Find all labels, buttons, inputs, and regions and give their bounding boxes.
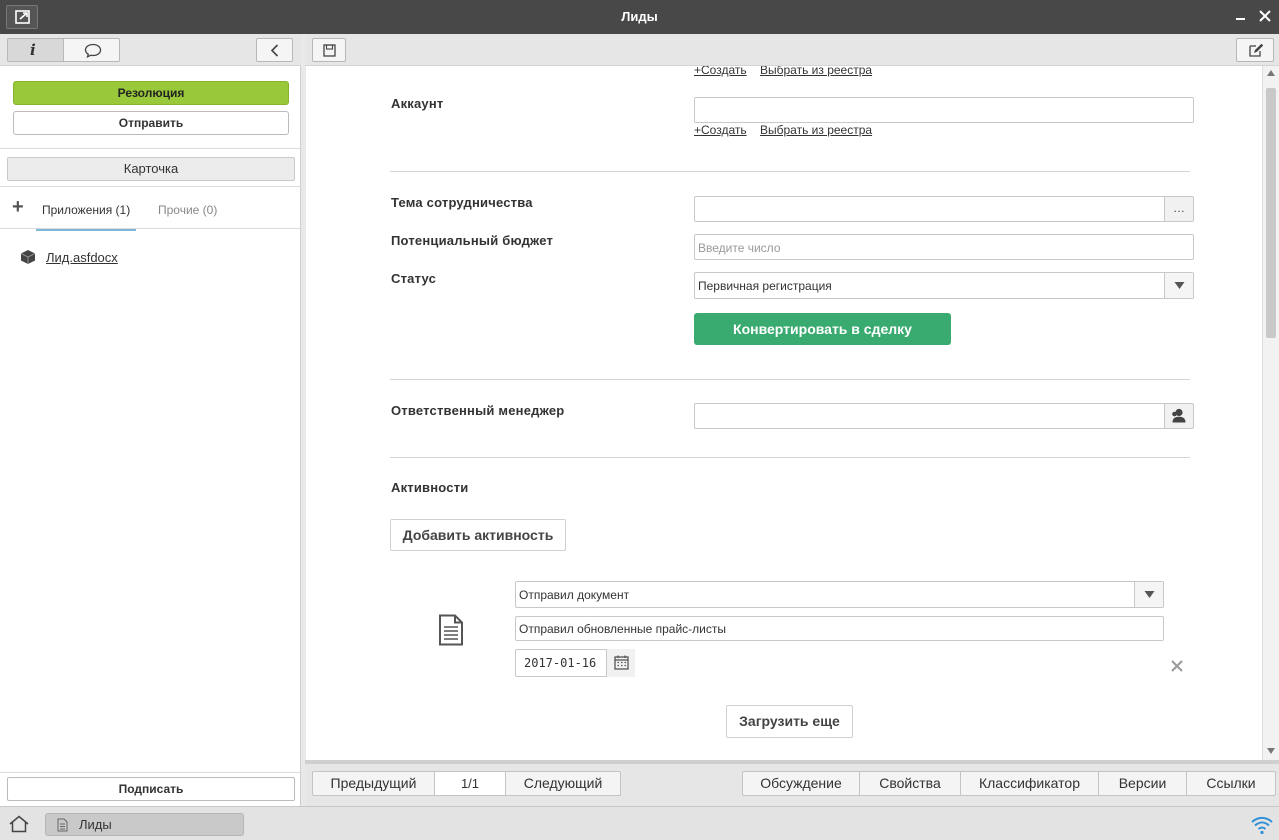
divider: [0, 148, 301, 149]
manager-label: Ответственный менеджер: [391, 403, 565, 418]
send-button[interactable]: Отправить: [13, 111, 289, 135]
tab-properties[interactable]: Свойства: [860, 772, 961, 795]
pager: Предыдущий 1/1 Следующий: [312, 771, 621, 796]
divider: [0, 228, 301, 229]
activity-date-value: 2017-01-16: [524, 656, 597, 670]
section-divider: [390, 457, 1190, 458]
document-tabs: Обсуждение Свойства Классификатор Версии…: [742, 771, 1276, 796]
load-more-button[interactable]: Загрузить еще: [726, 705, 853, 738]
user-icon: [1172, 408, 1186, 423]
manager-input[interactable]: [694, 403, 1165, 429]
tab-other[interactable]: Прочие (0): [158, 203, 217, 217]
tab-attachments-label: Приложения (1): [42, 203, 131, 217]
section-divider: [390, 171, 1190, 172]
sign-button[interactable]: Подписать: [7, 777, 295, 801]
save-button[interactable]: [312, 38, 346, 62]
window-titlebar: Лиды: [0, 0, 1279, 34]
collapse-panel-button[interactable]: [256, 38, 293, 62]
window-title: Лиды: [621, 9, 658, 24]
minimize-button[interactable]: [1236, 18, 1245, 20]
calendar-icon: [614, 655, 629, 670]
status-label: Статус: [391, 271, 437, 286]
divider: [0, 772, 301, 773]
home-icon[interactable]: [8, 815, 30, 833]
add-attachment-icon[interactable]: +: [12, 197, 24, 217]
divider: [0, 186, 301, 187]
floppy-disk-icon: [323, 44, 336, 57]
left-toolbar: i: [0, 34, 301, 66]
status-select[interactable]: Первичная регистрация: [694, 272, 1194, 299]
activities-label: Активности: [391, 480, 469, 495]
next-button[interactable]: Следующий: [506, 772, 620, 795]
activity-type-dropdown-toggle[interactable]: [1134, 582, 1163, 607]
topic-label: Тема сотрудничества: [391, 195, 533, 210]
activity-description-input[interactable]: Отправил обновленные прайс-листы: [515, 616, 1164, 641]
taskbar: Лиды: [0, 806, 1279, 840]
taskbar-item-label: Лиды: [79, 817, 112, 832]
info-icon: i: [30, 41, 36, 59]
activity-date-input[interactable]: 2017-01-16: [515, 649, 635, 677]
document-cube-icon: [20, 250, 36, 264]
status-select-value: Первичная регистрация: [698, 279, 832, 293]
comments-tab[interactable]: [64, 39, 119, 61]
add-activity-button[interactable]: Добавить активность: [390, 519, 566, 551]
activity-type-value: Отправил документ: [519, 588, 630, 602]
info-comments-switch: i: [7, 38, 120, 62]
topic-picker-button[interactable]: …: [1164, 196, 1194, 222]
page-counter: 1/1: [435, 772, 506, 795]
document-toolbar: [305, 34, 1279, 66]
create-link[interactable]: +Создать: [694, 66, 747, 77]
convert-to-deal-button[interactable]: Конвертировать в сделку: [694, 313, 951, 345]
document-icon: [57, 818, 68, 832]
topic-input[interactable]: [694, 196, 1165, 222]
attachment-file-link[interactable]: Лид.asfdocx: [46, 250, 118, 265]
edit-button[interactable]: [1236, 38, 1274, 62]
triangle-down-icon: [1144, 591, 1155, 598]
scroll-up-icon[interactable]: [1267, 70, 1275, 76]
select-from-registry-link[interactable]: Выбрать из реестра: [760, 66, 872, 77]
budget-label: Потенциальный бюджет: [391, 233, 554, 248]
select-user-button[interactable]: [1164, 403, 1194, 429]
form-area: +Создать Выбрать из реестра Аккаунт +Соз…: [306, 66, 1262, 760]
card-button[interactable]: Карточка: [7, 157, 295, 181]
budget-input[interactable]: Введите число: [694, 234, 1194, 260]
bottom-bar: Предыдущий 1/1 Следующий Обсуждение Свой…: [305, 760, 1279, 806]
triangle-down-icon: [1174, 282, 1185, 289]
remove-activity-icon[interactable]: [1171, 660, 1183, 672]
info-tab[interactable]: i: [8, 39, 64, 61]
left-panel: i Резолюция Отправить Карточка + Приложе…: [0, 34, 301, 806]
taskbar-item-leads[interactable]: Лиды: [45, 813, 244, 836]
status-dropdown-toggle[interactable]: [1164, 273, 1193, 298]
scroll-thumb[interactable]: [1266, 88, 1276, 338]
section-divider: [390, 379, 1190, 380]
wifi-icon[interactable]: [1250, 815, 1274, 835]
account-select-link[interactable]: Выбрать из реестра: [760, 123, 872, 137]
previous-button[interactable]: Предыдущий: [313, 772, 435, 795]
account-input[interactable]: [694, 97, 1194, 123]
edit-pencil-icon: [1249, 43, 1264, 57]
tab-versions[interactable]: Версии: [1099, 772, 1187, 795]
tab-discussion[interactable]: Обсуждение: [743, 772, 860, 795]
account-label: Аккаунт: [391, 96, 444, 111]
tab-links[interactable]: Ссылки: [1187, 772, 1275, 795]
activity-type-select[interactable]: Отправил документ: [515, 581, 1164, 608]
form-scrollbar[interactable]: [1262, 66, 1279, 760]
tab-classifier[interactable]: Классификатор: [961, 772, 1099, 795]
comment-bubble-icon: [84, 43, 102, 58]
account-create-link[interactable]: +Создать: [694, 123, 747, 137]
chevron-left-icon: [270, 44, 279, 57]
document-icon: [439, 614, 463, 646]
scroll-down-icon[interactable]: [1267, 748, 1275, 754]
close-window-icon[interactable]: [1257, 8, 1273, 24]
resolution-button[interactable]: Резолюция: [13, 81, 289, 105]
date-picker-button[interactable]: [606, 649, 635, 677]
tab-attachments[interactable]: Приложения (1): [36, 195, 136, 231]
